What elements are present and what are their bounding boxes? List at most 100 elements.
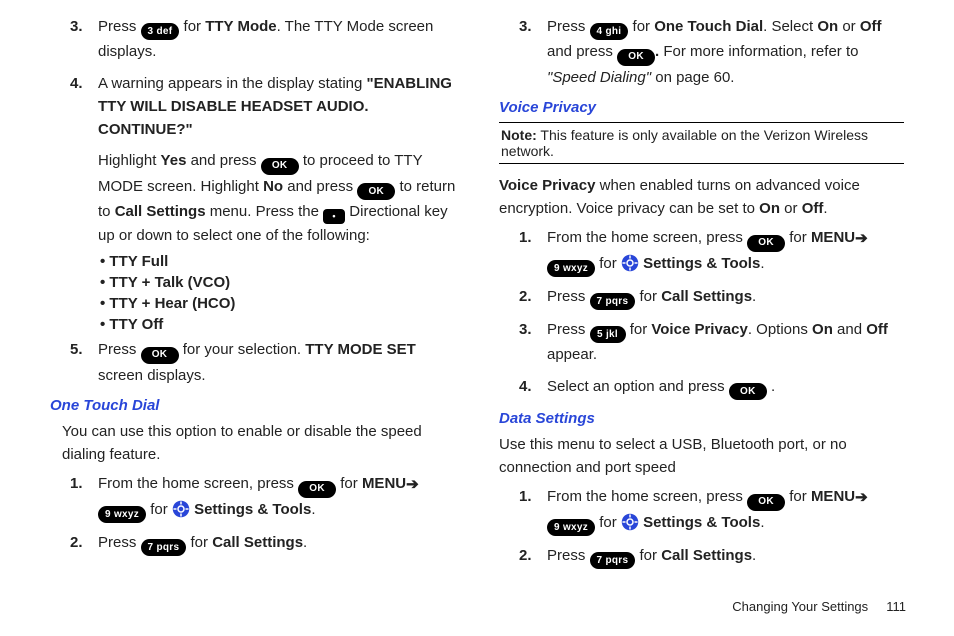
ok-key-icon: OK xyxy=(747,235,785,252)
text: . xyxy=(752,547,756,564)
right-column: 3. Press 4 ghi for One Touch Dial. Selec… xyxy=(497,10,906,577)
text: for xyxy=(640,288,662,305)
text: . xyxy=(823,200,827,217)
settings-tools-label: Settings & Tools xyxy=(194,501,311,518)
no-label: No xyxy=(263,178,283,195)
text: Press xyxy=(547,547,590,564)
settings-tools-label: Settings & Tools xyxy=(643,255,760,272)
ok-key-icon: OK xyxy=(357,183,395,200)
text: From the home screen, press xyxy=(98,475,298,492)
ok-key-icon: OK xyxy=(747,494,785,511)
page-footer: Changing Your Settings 111 xyxy=(0,599,954,614)
off-label: Off xyxy=(802,200,824,217)
voice-privacy-intro: Voice Privacy when enabled turns on adva… xyxy=(499,174,906,221)
off-label: Off xyxy=(860,18,882,35)
text: menu. Press the xyxy=(206,203,324,220)
note-label: Note: xyxy=(501,127,537,143)
text: A warning appears in the display stating xyxy=(98,75,367,92)
key-4ghi-icon: 4 ghi xyxy=(590,23,629,40)
text: For more information, refer to xyxy=(663,43,858,60)
arrow-icon: ➔ xyxy=(855,227,868,250)
text: From the home screen, press xyxy=(547,488,747,505)
text: Press xyxy=(98,534,141,551)
call-settings-label: Call Settings xyxy=(115,203,206,220)
arrow-icon: ➔ xyxy=(855,486,868,509)
call-settings-label: Call Settings xyxy=(661,547,752,564)
left-column: 3. Press 3 def for TTY Mode. The TTY Mod… xyxy=(48,10,457,577)
otd-step-1: 1. From the home screen, press OK for ME… xyxy=(70,472,457,523)
step-4-continuation: Highlight Yes and press OK to proceed to… xyxy=(98,149,457,247)
key-9wxyz-icon: 9 wxyz xyxy=(547,260,595,277)
call-settings-label: Call Settings xyxy=(661,288,752,305)
ds-step-2: 2. Press 7 pqrs for Call Settings. xyxy=(519,544,906,569)
text: Press xyxy=(98,18,141,35)
text: for xyxy=(789,488,811,505)
text: Press xyxy=(98,341,141,358)
on-label: On xyxy=(812,321,833,338)
ok-key-icon: OK xyxy=(298,481,336,498)
text: appear. xyxy=(547,346,597,363)
arrow-icon: ➔ xyxy=(406,473,419,496)
text: Press xyxy=(547,321,590,338)
vp-label: Voice Privacy xyxy=(499,177,595,194)
on-label: On xyxy=(759,200,780,217)
text: for xyxy=(599,514,621,531)
ok-key-icon: OK xyxy=(141,347,179,364)
bullet-tty-hear: • TTY + Hear (HCO) xyxy=(100,295,457,312)
note-text: This feature is only available on the Ve… xyxy=(501,127,868,159)
vp-step-4: 4. Select an option and press OK . xyxy=(519,375,906,400)
voice-privacy-label: Voice Privacy xyxy=(651,321,747,338)
menu-label: MENU xyxy=(811,488,855,505)
text: and press xyxy=(186,152,260,169)
key-3def-icon: 3 def xyxy=(141,23,180,40)
ds-step-1: 1. From the home screen, press OK for ME… xyxy=(519,485,906,536)
vp-step-3: 3. Press 5 jkl for Voice Privacy. Option… xyxy=(519,318,906,367)
text: screen displays. xyxy=(98,367,206,384)
bullet-tty-talk: • TTY + Talk (VCO) xyxy=(100,274,457,291)
heading-voice-privacy: Voice Privacy xyxy=(499,99,906,116)
gear-icon xyxy=(621,513,639,531)
one-touch-intro: You can use this option to enable or dis… xyxy=(62,420,457,467)
bullet-tty-full: • TTY Full xyxy=(100,253,457,270)
key-7pqrs-icon: 7 pqrs xyxy=(590,552,636,569)
text: for xyxy=(630,321,652,338)
step-3-tty: 3. Press 3 def for TTY Mode. The TTY Mod… xyxy=(70,15,457,64)
text: for xyxy=(599,255,621,272)
note-box: Note: This feature is only available on … xyxy=(499,122,904,164)
text: . Options xyxy=(748,321,812,338)
directional-key-icon: • xyxy=(323,209,345,224)
otd-step-3: 3. Press 4 ghi for One Touch Dial. Selec… xyxy=(519,15,906,89)
text: for xyxy=(150,501,172,518)
text: . xyxy=(760,255,764,272)
otd-step-2: 2. Press 7 pqrs for Call Settings. xyxy=(70,531,457,556)
gear-icon xyxy=(621,254,639,272)
tty-mode-set-label: TTY MODE SET xyxy=(305,341,416,358)
data-settings-intro: Use this menu to select a USB, Bluetooth… xyxy=(499,433,906,480)
text: Press xyxy=(547,288,590,305)
step-5-tty-set: 5. Press OK for your selection. TTY MODE… xyxy=(70,338,457,387)
key-7pqrs-icon: 7 pqrs xyxy=(141,539,187,556)
key-7pqrs-icon: 7 pqrs xyxy=(590,293,636,310)
bullet-tty-off: • TTY Off xyxy=(100,316,457,333)
heading-data-settings: Data Settings xyxy=(499,410,906,427)
ok-key-icon: OK xyxy=(617,49,655,66)
text: for your selection. xyxy=(183,341,306,358)
text: . Select xyxy=(763,18,817,35)
text: Select an option and press xyxy=(547,378,729,395)
vp-step-1: 1. From the home screen, press OK for ME… xyxy=(519,226,906,277)
key-5jkl-icon: 5 jkl xyxy=(590,326,626,343)
one-touch-dial-label: One Touch Dial xyxy=(654,18,763,35)
off-label: Off xyxy=(866,321,888,338)
text: and press xyxy=(547,43,617,60)
text: for xyxy=(640,547,662,564)
ok-key-icon: OK xyxy=(261,158,299,175)
menu-label: MENU xyxy=(811,229,855,246)
key-9wxyz-icon: 9 wxyz xyxy=(547,519,595,536)
menu-label: MENU xyxy=(362,475,406,492)
text: on page 60. xyxy=(651,69,734,86)
text: and xyxy=(833,321,866,338)
speed-dialing-ref: "Speed Dialing" xyxy=(547,69,651,86)
heading-one-touch-dial: One Touch Dial xyxy=(50,397,457,414)
tty-mode-label: TTY Mode xyxy=(205,18,276,35)
text: From the home screen, press xyxy=(547,229,747,246)
